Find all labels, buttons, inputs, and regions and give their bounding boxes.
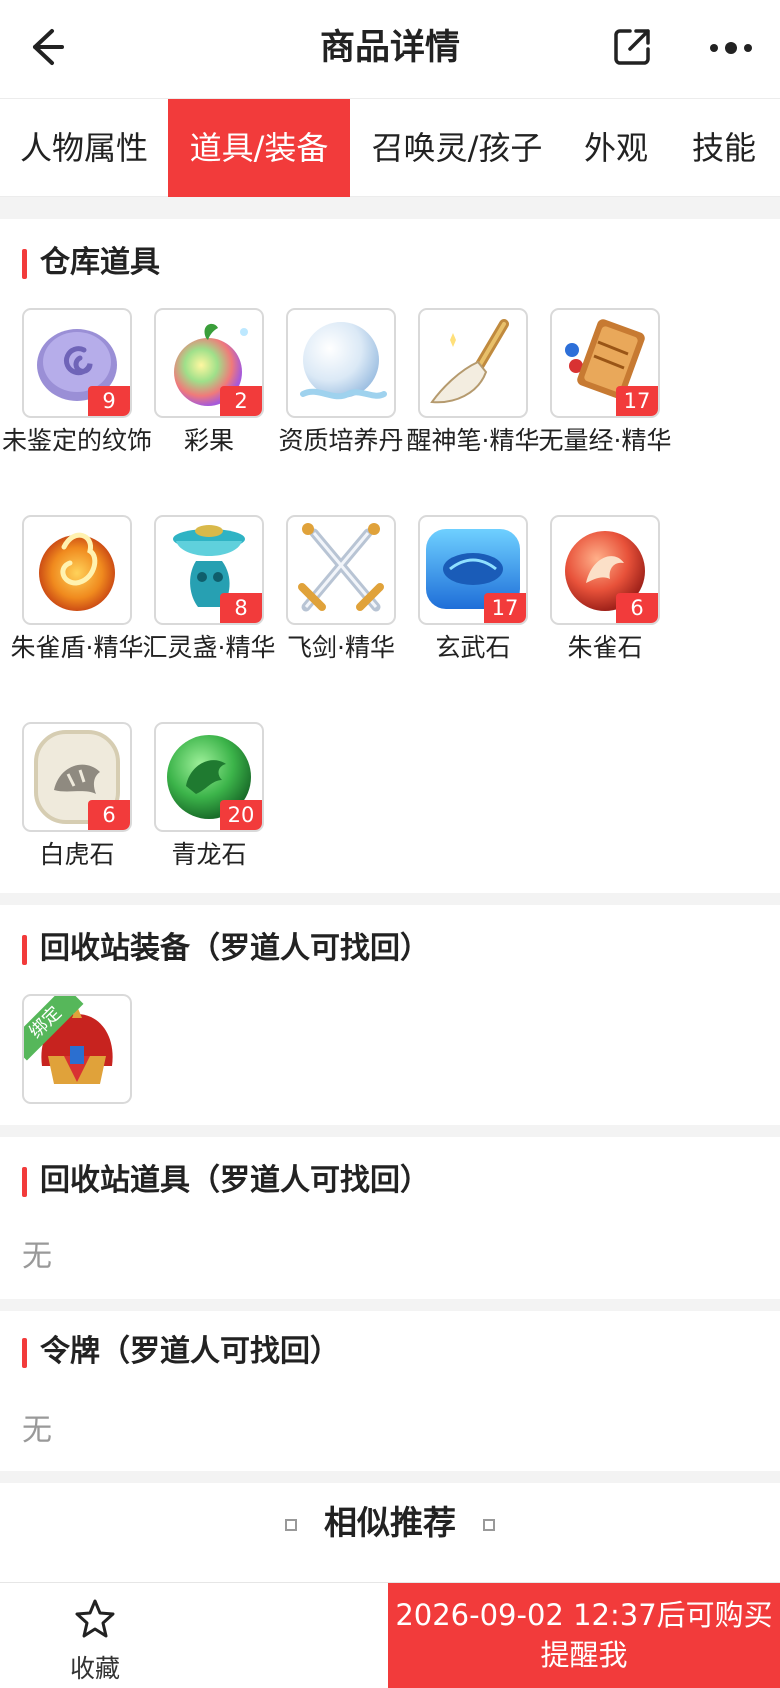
tokens-section: 令牌（罗道人可找回） 无 — [0, 1311, 780, 1471]
item-thumbnail — [418, 308, 528, 418]
right-decorative-line — [483, 1519, 630, 1531]
item-count-badge: 20 — [220, 800, 262, 830]
item-count-badge: 17 — [484, 593, 526, 623]
item-name: 玄武石 — [435, 633, 511, 662]
section-title: 令牌（罗道人可找回） — [22, 1332, 340, 1372]
item-card[interactable]: 9 未鉴定的纹饰 — [2, 308, 152, 457]
section-title: 回收站道具（罗道人可找回） — [22, 1161, 430, 1201]
item-thumbnail: 6 — [550, 515, 660, 625]
warehouse-section: 仓库道具 9 未鉴定的纹饰 2 彩果 资质培养丹 醒神笔·精华 17 无量经·精… — [0, 219, 780, 893]
reminder-time-text: 2026-09-02 12:37后可购买 — [395, 1598, 773, 1632]
equipment-card[interactable]: 绑定 — [22, 994, 134, 1104]
item-card[interactable]: 醒神笔·精华 — [407, 308, 539, 457]
item-count-badge: 6 — [88, 800, 130, 830]
item-count-badge: 9 — [88, 386, 130, 416]
item-count-badge: 6 — [616, 593, 658, 623]
fire-shield-icon — [39, 532, 115, 611]
share-icon[interactable] — [610, 25, 654, 69]
tab-character-attributes[interactable]: 人物属性 — [0, 99, 168, 197]
item-thumbnail: 2 — [154, 308, 264, 418]
purchase-reminder-button[interactable]: 2026-09-02 12:37后可购买 提醒我 — [388, 1583, 780, 1688]
brush-icon — [430, 319, 509, 404]
item-count-badge: 17 — [616, 386, 658, 416]
item-name: 资质培养丹 — [278, 426, 404, 455]
item-card[interactable]: 飞剑·精华 — [286, 515, 398, 664]
category-tab-bar: 人物属性 道具/装备 召唤灵/孩子 外观 技能 — [0, 99, 780, 197]
item-card[interactable]: 朱雀盾·精华 — [11, 515, 143, 664]
item-card[interactable]: 20 青龙石 — [154, 722, 266, 871]
empty-placeholder-text: 无 — [22, 1239, 52, 1274]
item-name: 青龙石 — [171, 840, 247, 869]
similar-recommend-title: 相似推荐 — [324, 1503, 456, 1542]
white-pearl-icon — [300, 322, 387, 400]
app-root: { "header": { "title": "商品详情" }, "tabs":… — [0, 0, 780, 1688]
recycle-equipment-section: 回收站装备（罗道人可找回） 绑定 — [0, 905, 780, 1125]
item-thumbnail: 绑定 — [22, 994, 132, 1104]
bottom-action-bar: 收藏 2026-09-02 12:37后可购买 提醒我 — [0, 1582, 780, 1688]
item-count-badge: 2 — [220, 386, 262, 416]
crossed-swords-icon — [298, 523, 384, 612]
item-card[interactable]: 17 玄武石 — [418, 515, 530, 664]
item-name: 彩果 — [183, 426, 234, 455]
item-card[interactable]: 2 彩果 — [154, 308, 266, 457]
item-thumbnail — [22, 515, 132, 625]
tab-summons-children[interactable]: 召唤灵/孩子 — [350, 99, 564, 197]
item-thumbnail: 9 — [22, 308, 132, 418]
item-thumbnail — [286, 308, 396, 418]
item-name: 飞剑·精华 — [287, 633, 395, 662]
recycle-items-section: 回收站道具（罗道人可找回） 无 — [0, 1137, 780, 1299]
item-name: 汇灵盏·精华 — [142, 633, 276, 662]
tab-appearance[interactable]: 外观 — [564, 99, 668, 197]
favorite-label: 收藏 — [69, 1654, 120, 1683]
item-thumbnail: 20 — [154, 722, 264, 832]
reminder-action-text: 提醒我 — [540, 1638, 628, 1672]
item-card[interactable]: 8 汇灵盏·精华 — [143, 515, 275, 664]
item-thumbnail: 6 — [22, 722, 132, 832]
item-card[interactable]: 17 无量经·精华 — [539, 308, 671, 457]
more-options-icon[interactable] — [706, 30, 756, 66]
item-thumbnail — [286, 515, 396, 625]
empty-placeholder-text: 无 — [22, 1413, 52, 1448]
item-name: 朱雀石 — [567, 633, 643, 662]
item-thumbnail: 17 — [418, 515, 528, 625]
item-name: 朱雀盾·精华 — [10, 633, 144, 662]
item-thumbnail: 17 — [550, 308, 660, 418]
top-navigation-bar: 商品详情 — [0, 0, 780, 99]
star-icon — [75, 1599, 115, 1638]
section-title: 回收站装备（罗道人可找回） — [22, 929, 430, 969]
item-card[interactable]: 6 朱雀石 — [550, 515, 662, 664]
item-count-badge: 8 — [220, 593, 262, 623]
item-card[interactable]: 资质培养丹 — [278, 308, 404, 457]
page-title: 商品详情 — [319, 28, 460, 68]
favorite-button[interactable]: 收藏 — [40, 1597, 150, 1683]
item-name: 未鉴定的纹饰 — [2, 426, 153, 455]
item-name: 白虎石 — [39, 840, 115, 869]
tab-items-equipment[interactable]: 道具/装备 — [168, 99, 350, 197]
item-name: 无量经·精华 — [538, 426, 672, 455]
item-card[interactable]: 6 白虎石 — [22, 722, 134, 871]
item-name: 醒神笔·精华 — [406, 426, 540, 455]
tab-skills[interactable]: 技能 — [668, 99, 780, 197]
section-title: 仓库道具 — [22, 243, 160, 283]
item-thumbnail: 8 — [154, 515, 264, 625]
